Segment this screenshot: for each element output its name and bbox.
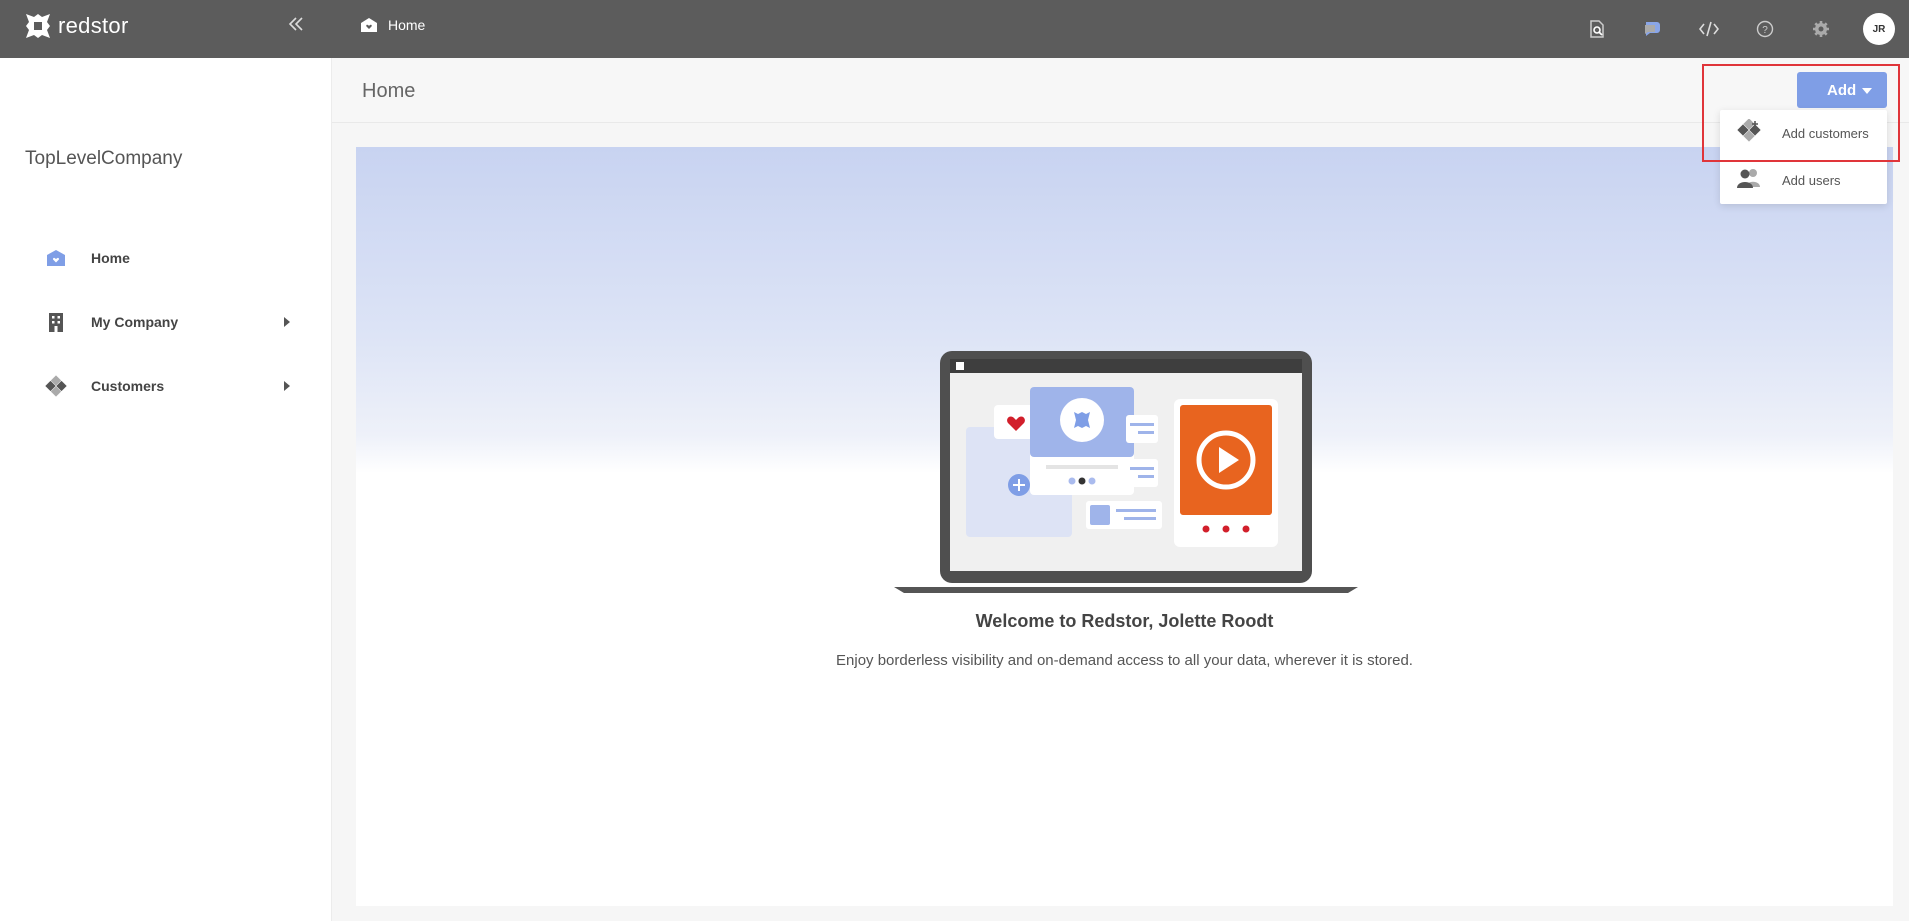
add-button[interactable]: Add [1797,72,1887,108]
expand-caret-icon[interactable] [284,381,290,391]
add-users-icon [1736,167,1762,194]
add-customers-menu-item[interactable]: Add customers [1720,110,1887,157]
code-icon [1699,21,1719,37]
add-users-menu-item[interactable]: Add users [1720,157,1887,204]
add-customers-icon [1736,118,1762,148]
chevron-down-icon [1862,88,1872,94]
expand-caret-icon[interactable] [284,317,290,327]
menu-item-label: Add customers [1782,126,1869,141]
chat-icon [1645,22,1660,36]
double-chevron-left-icon [288,17,303,31]
sidebar-item-customers[interactable]: Customers [0,354,332,418]
sidebar: TopLevelCompany Home My Company Customer… [0,58,332,921]
page-title: Home [362,80,416,102]
breadcrumb-label: Home [388,17,426,33]
home-icon [361,18,377,32]
help-button[interactable]: ? [1737,0,1793,58]
sidebar-item-label: Home [91,250,130,266]
gear-icon [1813,21,1829,37]
settings-button[interactable] [1793,0,1849,58]
logo-text: redstor [58,13,129,38]
welcome-subtext: Enjoy borderless visibility and on-deman… [836,652,1413,669]
user-avatar[interactable]: JR [1863,13,1895,45]
help-icon: ? [1756,20,1774,38]
collapse-sidebar-button[interactable] [284,14,308,38]
developer-button[interactable] [1681,0,1737,58]
add-button-label: Add [1827,81,1857,99]
sidebar-item-label: Customers [91,378,165,394]
welcome-heading: Welcome to Redstor, Jolette Roodt [975,611,1274,631]
top-bar: redstor Home ? JR [0,0,1909,58]
redstor-logo-icon [26,14,50,38]
breadcrumb: Home [360,17,425,33]
redstor-logo[interactable]: redstor [24,12,129,40]
customers-icon [45,375,67,397]
menu-item-label: Add users [1782,173,1841,188]
building-icon [45,311,67,333]
company-name: TopLevelCompany [25,148,183,169]
search-document-icon [1590,20,1604,38]
home-icon [45,247,67,269]
svg-text:?: ? [1762,25,1768,36]
add-dropdown-menu: Add customers Add users [1720,110,1887,204]
sidebar-nav: Home My Company Customers [0,226,332,418]
page-header: Home [332,58,1909,123]
sidebar-item-label: My Company [91,314,179,330]
sidebar-item-home[interactable]: Home [0,226,332,290]
chat-button[interactable] [1625,0,1681,58]
search-document-button[interactable] [1569,0,1625,58]
sidebar-item-my-company[interactable]: My Company [0,290,332,354]
laptop-illustration [894,351,1358,593]
welcome-card: Welcome to Redstor, Jolette Roodt Enjoy … [356,147,1893,906]
top-icons: ? JR [1569,0,1909,58]
